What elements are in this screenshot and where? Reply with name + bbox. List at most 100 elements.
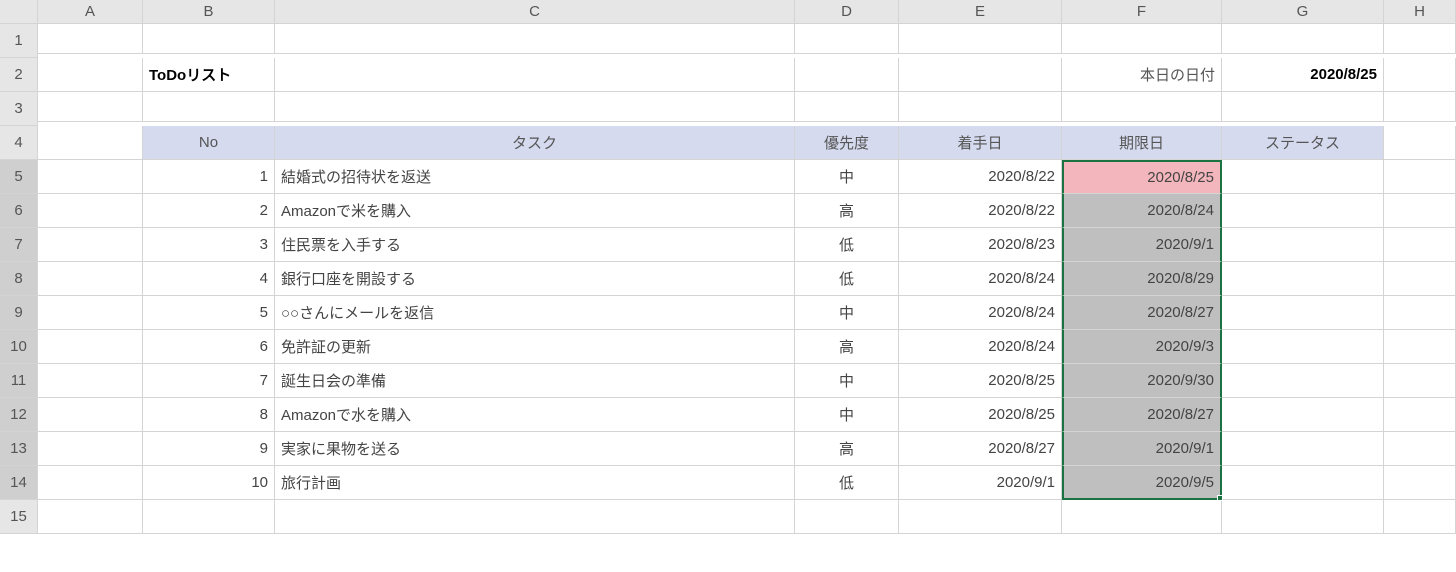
cell-1-H[interactable] [1384, 24, 1456, 54]
col-header-E[interactable]: E [899, 0, 1062, 24]
task-cell-6[interactable]: Amazonで米を購入 [275, 194, 795, 228]
due-cell-10[interactable]: 2020/9/3 [1062, 330, 1222, 364]
col-header-A[interactable]: A [38, 0, 143, 24]
cell-H6[interactable] [1384, 194, 1456, 228]
cell-H9[interactable] [1384, 296, 1456, 330]
priority-cell-11[interactable]: 中 [795, 364, 899, 398]
priority-cell-5[interactable]: 中 [795, 160, 899, 194]
row-header-12[interactable]: 12 [0, 398, 38, 432]
col-header-G[interactable]: G [1222, 0, 1384, 24]
no-cell-10[interactable]: 6 [143, 330, 275, 364]
header-task[interactable]: タスク [275, 126, 795, 160]
row-header-9[interactable]: 9 [0, 296, 38, 330]
cell-A6[interactable] [38, 194, 143, 228]
cell-3-D[interactable] [795, 92, 899, 122]
status-cell-11[interactable] [1222, 364, 1384, 398]
header-start[interactable]: 着手日 [899, 126, 1062, 160]
status-cell-13[interactable] [1222, 432, 1384, 466]
cell-1-E[interactable] [899, 24, 1062, 54]
start-cell-13[interactable]: 2020/8/27 [899, 432, 1062, 466]
cell-1-F[interactable] [1062, 24, 1222, 54]
task-cell-7[interactable]: 住民票を入手する [275, 228, 795, 262]
cell-15-B[interactable] [143, 500, 275, 534]
cell-15-C[interactable] [275, 500, 795, 534]
cell-H10[interactable] [1384, 330, 1456, 364]
cell-1-D[interactable] [795, 24, 899, 54]
status-cell-6[interactable] [1222, 194, 1384, 228]
header-priority[interactable]: 優先度 [795, 126, 899, 160]
priority-cell-10[interactable]: 高 [795, 330, 899, 364]
priority-cell-7[interactable]: 低 [795, 228, 899, 262]
cell-1-B[interactable] [143, 24, 275, 54]
task-cell-5[interactable]: 結婚式の招待状を返送 [275, 160, 795, 194]
cell-H12[interactable] [1384, 398, 1456, 432]
cell-D2[interactable] [795, 58, 899, 92]
cell-A13[interactable] [38, 432, 143, 466]
start-cell-12[interactable]: 2020/8/25 [899, 398, 1062, 432]
row-header-3[interactable]: 3 [0, 92, 38, 126]
col-header-C[interactable]: C [275, 0, 795, 24]
due-cell-14[interactable]: 2020/9/5 [1062, 466, 1222, 500]
no-cell-6[interactable]: 2 [143, 194, 275, 228]
status-cell-9[interactable] [1222, 296, 1384, 330]
row-header-8[interactable]: 8 [0, 262, 38, 296]
cell-15-H[interactable] [1384, 500, 1456, 534]
no-cell-5[interactable]: 1 [143, 160, 275, 194]
cell-E2[interactable] [899, 58, 1062, 92]
task-cell-11[interactable]: 誕生日会の準備 [275, 364, 795, 398]
cell-3-G[interactable] [1222, 92, 1384, 122]
status-cell-5[interactable] [1222, 160, 1384, 194]
cell-H8[interactable] [1384, 262, 1456, 296]
priority-cell-6[interactable]: 高 [795, 194, 899, 228]
header-no[interactable]: No [143, 126, 275, 160]
cell-H4[interactable] [1384, 126, 1456, 160]
due-cell-6[interactable]: 2020/8/24 [1062, 194, 1222, 228]
no-cell-8[interactable]: 4 [143, 262, 275, 296]
cell-A11[interactable] [38, 364, 143, 398]
start-cell-5[interactable]: 2020/8/22 [899, 160, 1062, 194]
cell-C2[interactable] [275, 58, 795, 92]
row-header-13[interactable]: 13 [0, 432, 38, 466]
col-header-F[interactable]: F [1062, 0, 1222, 24]
header-due[interactable]: 期限日 [1062, 126, 1222, 160]
today-label[interactable]: 本日の日付 [1062, 58, 1222, 92]
row-header-4[interactable]: 4 [0, 126, 38, 160]
no-cell-14[interactable]: 10 [143, 466, 275, 500]
cell-H7[interactable] [1384, 228, 1456, 262]
cell-15-E[interactable] [899, 500, 1062, 534]
start-cell-11[interactable]: 2020/8/25 [899, 364, 1062, 398]
cell-15-D[interactable] [795, 500, 899, 534]
cell-A14[interactable] [38, 466, 143, 500]
due-cell-5[interactable]: 2020/8/25 [1062, 160, 1222, 194]
row-header-15[interactable]: 15 [0, 500, 38, 534]
cell-A10[interactable] [38, 330, 143, 364]
start-cell-7[interactable]: 2020/8/23 [899, 228, 1062, 262]
task-cell-10[interactable]: 免許証の更新 [275, 330, 795, 364]
no-cell-12[interactable]: 8 [143, 398, 275, 432]
cell-3-A[interactable] [38, 92, 143, 122]
priority-cell-14[interactable]: 低 [795, 466, 899, 500]
priority-cell-13[interactable]: 高 [795, 432, 899, 466]
col-header-corner[interactable] [0, 0, 38, 24]
status-cell-7[interactable] [1222, 228, 1384, 262]
cell-3-F[interactable] [1062, 92, 1222, 122]
start-cell-8[interactable]: 2020/8/24 [899, 262, 1062, 296]
cell-A4[interactable] [38, 126, 143, 160]
cell-H5[interactable] [1384, 160, 1456, 194]
start-cell-10[interactable]: 2020/8/24 [899, 330, 1062, 364]
status-cell-10[interactable] [1222, 330, 1384, 364]
row-header-5[interactable]: 5 [0, 160, 38, 194]
start-cell-6[interactable]: 2020/8/22 [899, 194, 1062, 228]
due-cell-11[interactable]: 2020/9/30 [1062, 364, 1222, 398]
start-cell-9[interactable]: 2020/8/24 [899, 296, 1062, 330]
due-cell-7[interactable]: 2020/9/1 [1062, 228, 1222, 262]
priority-cell-8[interactable]: 低 [795, 262, 899, 296]
cell-1-G[interactable] [1222, 24, 1384, 54]
task-cell-14[interactable]: 旅行計画 [275, 466, 795, 500]
task-cell-12[interactable]: Amazonで水を購入 [275, 398, 795, 432]
cell-3-E[interactable] [899, 92, 1062, 122]
cell-3-C[interactable] [275, 92, 795, 122]
row-header-7[interactable]: 7 [0, 228, 38, 262]
cell-A7[interactable] [38, 228, 143, 262]
fill-handle[interactable] [1217, 495, 1223, 501]
